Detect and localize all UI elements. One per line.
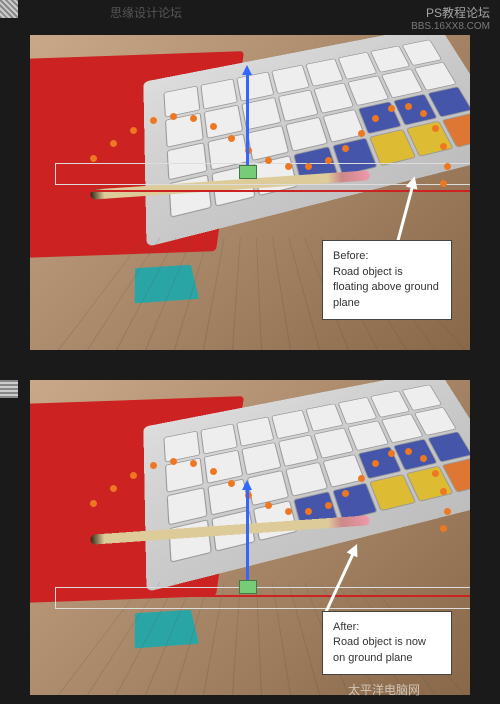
gizmo-center-icon[interactable]: [239, 165, 257, 179]
watermark-ps: PS教程论坛 BBS.16XX8.COM: [411, 4, 490, 32]
ruler-corner: [0, 380, 18, 398]
watermark-forum: 思缘设计论坛: [110, 4, 182, 21]
move-gizmo[interactable]: [228, 73, 268, 193]
path-spline[interactable]: [90, 430, 470, 560]
gizmo-center-icon[interactable]: [239, 580, 257, 594]
gizmo-y-axis-icon[interactable]: [246, 73, 249, 173]
gizmo-y-axis-icon[interactable]: [246, 488, 249, 588]
annotation-before-text: Road object is floating above ground pla…: [333, 266, 439, 309]
watermark-ps-url: BBS.16XX8.COM: [411, 21, 490, 32]
move-gizmo[interactable]: [228, 488, 268, 608]
path-spline[interactable]: [90, 85, 470, 215]
viewport-after[interactable]: After: Road object is now on ground plan…: [30, 380, 470, 695]
watermark-pacific: 太平洋电脑网: [348, 681, 420, 698]
annotation-after-text: Road object is now on ground plane: [333, 636, 426, 663]
watermark-ps-title: PS教程论坛: [411, 4, 490, 21]
viewport-before[interactable]: Before: Road object is floating above gr…: [30, 35, 470, 350]
annotation-after: After: Road object is now on ground plan…: [322, 611, 452, 675]
annotation-before: Before: Road object is floating above gr…: [322, 240, 452, 320]
ruler-corner: [0, 0, 18, 18]
annotation-after-title: After:: [333, 621, 359, 633]
annotation-before-title: Before:: [333, 250, 368, 262]
